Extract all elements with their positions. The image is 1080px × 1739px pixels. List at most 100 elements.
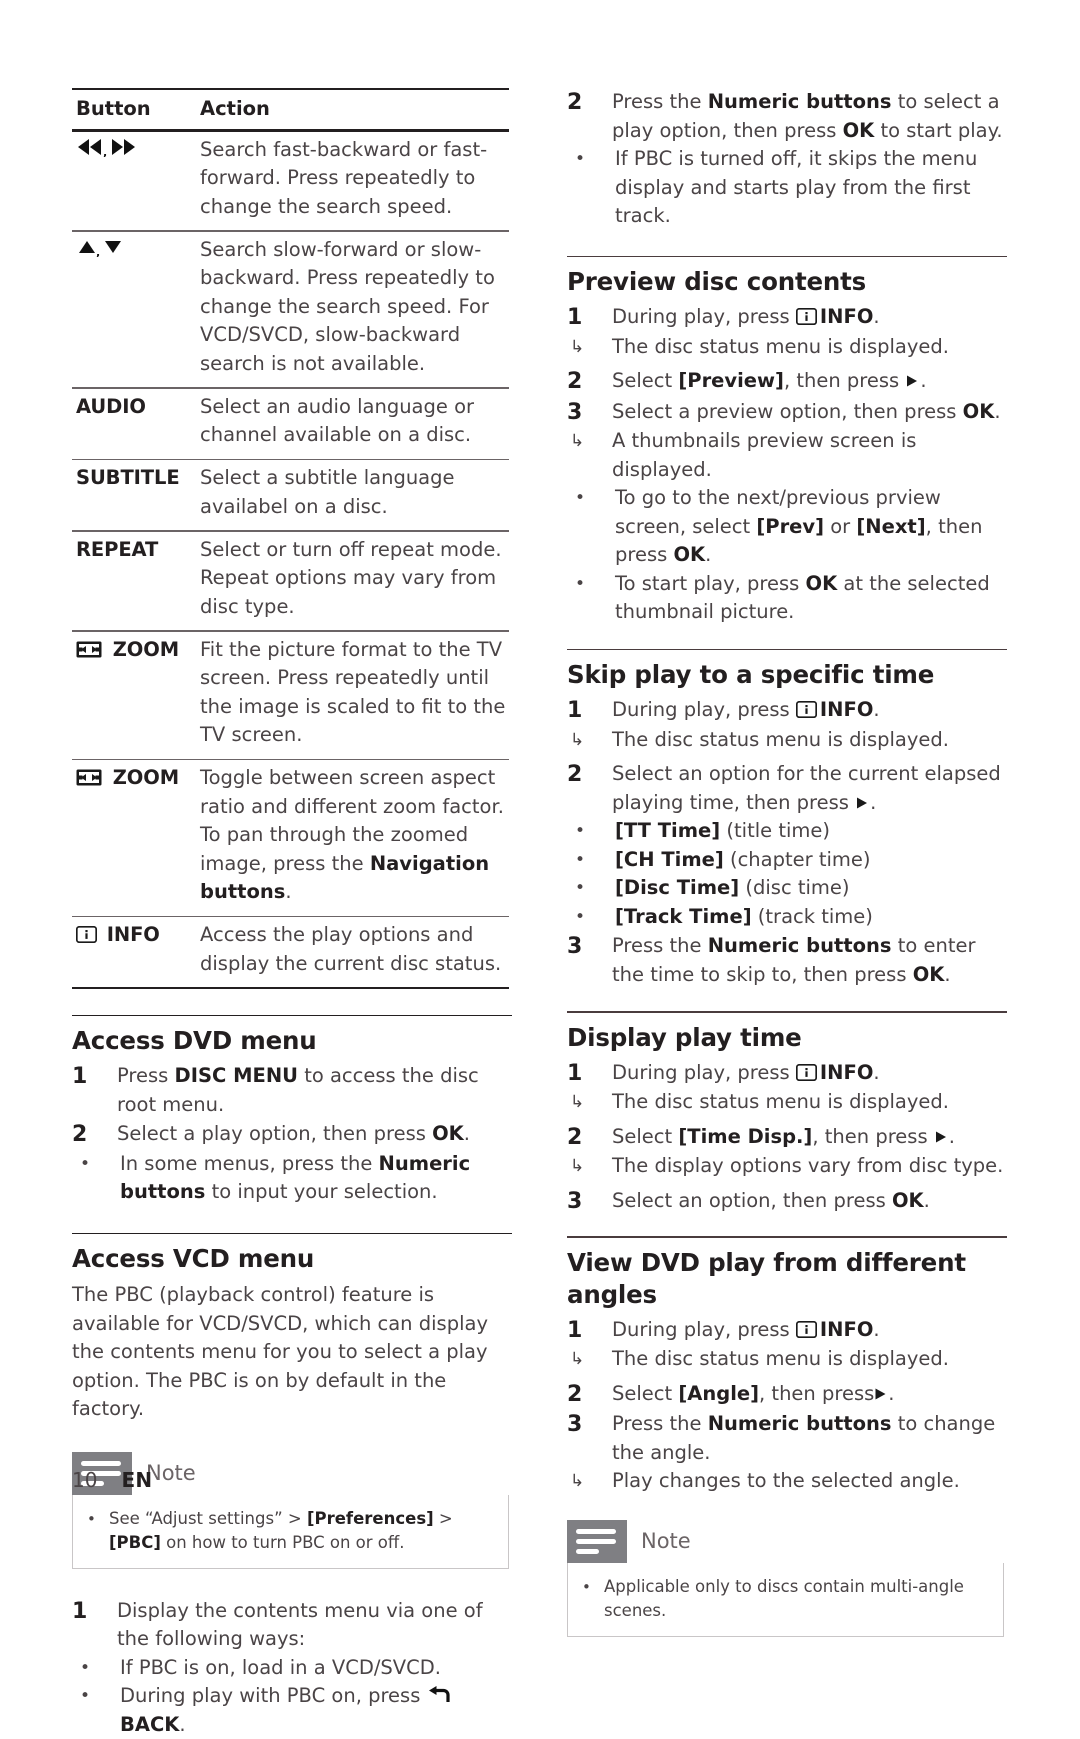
step-text: Select [Preview], then press .	[612, 367, 1007, 397]
play-triangle-icon	[874, 1382, 888, 1405]
section-heading: Display play time	[567, 1022, 802, 1052]
section-heading: Preview disc contents	[567, 267, 867, 297]
step-item: 1 During play, press INFO.	[567, 1316, 1007, 1346]
step-list: 1 During play, press INFO. ↳ The disc st…	[567, 696, 1007, 989]
step-list: 1 During play, press INFO. ↳ The disc st…	[567, 303, 1007, 627]
step-text-pre: Select	[612, 1381, 679, 1405]
info-icon	[795, 698, 820, 721]
step-text: Select an option, then press OK.	[612, 1187, 1007, 1217]
step-text-pre: Select	[612, 369, 679, 393]
table-cell-button: ZOOM	[72, 636, 200, 750]
result-arrow-icon: ↳	[570, 729, 585, 750]
step-item: 1 During play, press INFO.	[567, 1059, 1007, 1089]
table-cell-button: AUDIO	[76, 394, 146, 418]
result-arrow-icon: ↳	[570, 1156, 585, 1177]
step-text-bold: OK	[962, 399, 995, 423]
note-box: Note • Applicable only to discs contain …	[567, 1519, 1004, 1637]
bullet-item: • [CH Time] (chapter time)	[567, 846, 1007, 875]
note-bullet: • Applicable only to discs contain multi…	[582, 1575, 991, 1623]
step-number: 2	[567, 762, 583, 788]
step-list: 1 Press DISC MENU to access the disc roo…	[72, 1062, 512, 1207]
option-label: [Track Time]	[615, 904, 752, 928]
info-icon	[795, 305, 820, 328]
section-view-angles: View DVD play from different angles 1 Du…	[567, 1236, 1007, 1637]
bullet-text-pre: To start play, press	[615, 571, 806, 595]
note-bullet: • See “Adjust settings” > [Preferences] …	[87, 1507, 496, 1555]
table-header-row: Button Action	[72, 90, 509, 129]
bullet-marker: •	[575, 573, 586, 594]
step-item: 3 Select a preview option, then press OK…	[567, 398, 1007, 428]
section-rule	[567, 255, 1007, 258]
note-text-pre: See “Adjust settings” >	[109, 1508, 307, 1528]
bullet-marker: •	[575, 149, 586, 169]
table-cell-button: INFO	[72, 921, 200, 978]
section-rule	[567, 648, 1007, 651]
step-text-bold: [Time Disp.]	[678, 1124, 813, 1148]
step-text: During play, press INFO.	[612, 696, 1007, 726]
table-cell-button: REPEAT	[76, 537, 159, 561]
bullet-text-bold2: [Next]	[856, 514, 926, 538]
option-label: [TT Time]	[615, 819, 721, 843]
step-number: 1	[567, 698, 583, 724]
bullet-text: If PBC is turned off, it skips the menu …	[615, 147, 978, 227]
result-arrow-icon: ↳	[570, 1092, 585, 1113]
result-text: The display options vary from disc type.	[612, 1154, 1004, 1178]
two-column-layout: Button Action , Search fast-backward or …	[0, 0, 1080, 1736]
up-down-triangle-icon: ,	[72, 236, 200, 379]
bullet-marker: •	[575, 878, 586, 899]
step-text-pre: Select a preview option, then press	[612, 399, 963, 423]
rewind-fastforward-icon: ,	[72, 136, 200, 222]
note-title: Note	[641, 1529, 691, 1554]
step-text-bold: OK	[891, 1188, 924, 1212]
note-bullet-text: See “Adjust settings” > [Preferences] > …	[109, 1507, 496, 1555]
result-item: ↳ The disc status menu is displayed.	[567, 333, 1007, 362]
step-text-pre: During play, press	[612, 698, 796, 722]
step-number: 2	[567, 90, 583, 115]
bullet-text-post: to input your selection.	[205, 1180, 438, 1204]
table-row: REPEAT Select or turn off repeat mode. R…	[72, 532, 509, 631]
step-text-bold: INFO	[819, 1317, 874, 1341]
step-text-post: .	[944, 962, 951, 986]
result-item: ↳ The disc status menu is displayed.	[567, 1088, 1007, 1117]
section-heading: Access DVD menu	[72, 1026, 317, 1056]
option-desc: (title time)	[720, 819, 830, 843]
step-item: 3 Select an option, then press OK.	[567, 1187, 1007, 1217]
step-text-mid: , then press	[812, 1124, 934, 1148]
table-cell-action: Select a subtitle language availabel on …	[200, 466, 455, 518]
step-item: 3 Press the Numeric buttons to enter the…	[567, 932, 1007, 989]
step-text: Display the contents menu via one of the…	[117, 1598, 483, 1651]
step-text-pre: Press the	[612, 1412, 708, 1436]
result-item: ↳ Play changes to the selected angle.	[567, 1467, 1007, 1496]
section-rule	[567, 1011, 1007, 1013]
info-icon	[76, 923, 107, 946]
footer-page-number: 10	[72, 1468, 98, 1492]
step-number: 1	[72, 1064, 88, 1090]
step-text: Select an option for the current elapsed…	[612, 760, 1007, 817]
note-text-bold1: [Preferences]	[306, 1508, 434, 1528]
table-row: AUDIO Select an audio language or channe…	[72, 389, 509, 459]
step-text-pre: Press	[117, 1064, 175, 1088]
step-text-post: .	[923, 1188, 930, 1212]
note-icon	[567, 1519, 627, 1563]
step-text-mid: , then press	[783, 369, 906, 393]
table-cell-action: Access the play options and display the …	[200, 923, 502, 975]
note-bullet-text: Applicable only to discs contain multi-a…	[604, 1576, 964, 1620]
step-text-pre: Select a play option, then press	[117, 1122, 433, 1146]
section-heading: View DVD play from different angles	[567, 1247, 966, 1309]
step-text-pre: During play, press	[612, 305, 796, 329]
step-text-post: .	[994, 399, 1001, 423]
bullet-text-pre: In some menus, press the	[120, 1151, 379, 1175]
bullet-text-bold: BACK	[120, 1712, 180, 1736]
result-text: The disc status menu is displayed.	[612, 1347, 949, 1371]
table-row: SUBTITLE Select a subtitle language avai…	[72, 460, 509, 530]
step-item: 2 Select [Preview], then press .	[567, 367, 1007, 397]
note-body: • See “Adjust settings” > [Preferences] …	[72, 1494, 509, 1569]
table-cell-action: Select or turn off repeat mode. Repeat o…	[200, 537, 502, 618]
step-number: 3	[567, 399, 583, 425]
step-text-bold: [Angle]	[678, 1381, 760, 1405]
bullet-marker: •	[80, 1153, 91, 1174]
note-icon-bar	[81, 1460, 121, 1466]
result-text: The disc status menu is displayed.	[612, 334, 949, 358]
step-list: 2 Press the Numeric buttons to select a …	[567, 88, 1007, 231]
bullet-text: [TT Time] (title time)	[615, 817, 1007, 846]
